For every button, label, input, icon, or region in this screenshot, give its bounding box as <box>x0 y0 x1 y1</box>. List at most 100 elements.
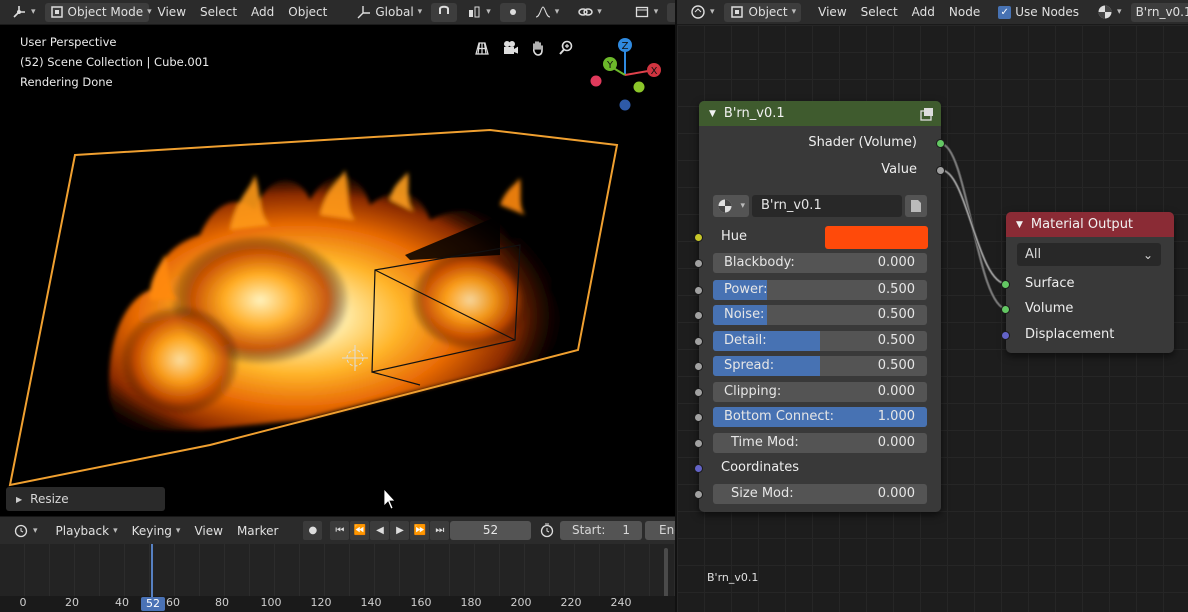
socket-displacement[interactable] <box>1001 331 1010 340</box>
ruler-tick: 100 <box>260 596 282 609</box>
field-bottom-connect[interactable]: Bottom Connect: 1.000 <box>713 407 927 427</box>
jump-start-icon[interactable]: ⏮ <box>330 521 350 540</box>
menu-object[interactable]: Object <box>283 5 332 19</box>
resize-operator-panel[interactable]: ▶ Resize <box>6 487 165 511</box>
3d-viewport[interactable]: Z X Y User Perspective (52) Scene Collec… <box>0 0 676 516</box>
playhead-frame-label[interactable]: 52 <box>141 597 165 611</box>
play-reverse-icon[interactable]: ◀ <box>370 521 390 540</box>
axis-gizmo[interactable]: Z X Y <box>585 35 665 115</box>
transform-orientation-selector[interactable]: Global ▾ <box>350 3 427 22</box>
field-blackbody[interactable]: Blackbody: 0.000 <box>713 253 927 273</box>
play-icon[interactable]: ▶ <box>390 521 410 540</box>
orientation-label: Global <box>375 5 414 19</box>
playback-label: Playback <box>55 523 110 538</box>
socket-power[interactable] <box>694 286 703 295</box>
socket-time-mod[interactable] <box>694 439 703 448</box>
gizmo-neg-y[interactable] <box>633 81 645 93</box>
chevron-down-icon: ▾ <box>31 7 36 17</box>
material-output-node[interactable]: ▼ Material Output All ⌄ Surface Volume D… <box>1006 212 1174 353</box>
socket-volume[interactable] <box>1001 305 1010 314</box>
fake-user-button[interactable] <box>905 195 927 217</box>
socket-noise[interactable] <box>694 311 703 320</box>
input-surface-label: Surface <box>1025 276 1075 291</box>
camera-icon[interactable] <box>502 40 518 56</box>
timeline-scrollbar[interactable] <box>664 548 668 598</box>
menu-add[interactable]: Add <box>246 5 279 19</box>
jump-end-icon[interactable]: ⏭ <box>430 521 450 540</box>
field-time-mod[interactable]: Time Mod: 0.000 <box>713 433 927 453</box>
jump-keyframe-forward-icon[interactable]: ⏩ <box>410 521 430 540</box>
socket-spread[interactable] <box>694 362 703 371</box>
record-button[interactable]: ● <box>303 521 323 540</box>
start-value: 1 <box>622 523 630 537</box>
socket-detail[interactable] <box>694 337 703 346</box>
mode-label: Object Mode <box>67 5 144 19</box>
chevron-down-icon: ▾ <box>417 7 423 17</box>
current-frame-field[interactable]: 52 <box>450 521 531 540</box>
start-frame-field[interactable]: Start: 1 <box>560 521 642 540</box>
hue-label: Hue <box>721 229 748 244</box>
jump-keyframe-back-icon[interactable]: ⏪ <box>350 521 370 540</box>
socket-shader-volume[interactable] <box>936 139 945 148</box>
falloff-selector[interactable]: ▾ <box>530 3 565 22</box>
socket-coordinates[interactable] <box>694 464 703 473</box>
zoom-icon[interactable] <box>558 40 574 56</box>
group-node-header[interactable]: ▼ B'rn_v0.1 <box>699 101 941 126</box>
detail-label: Detail: <box>724 333 767 348</box>
proportional-edit-toggle[interactable] <box>499 2 526 22</box>
viewport-perspective: User Perspective <box>20 35 117 49</box>
socket-size-mod[interactable] <box>694 490 703 499</box>
snap-toggle[interactable] <box>431 2 458 22</box>
group-datablock-name[interactable]: B'rn_v0.1 <box>752 195 902 217</box>
menu-timeline-view[interactable]: View <box>189 524 227 538</box>
socket-blackbody[interactable] <box>694 259 703 268</box>
hue-color-swatch[interactable] <box>825 226 928 249</box>
chevron-down-icon: ▾ <box>597 7 602 17</box>
menu-marker[interactable]: Marker <box>232 524 283 538</box>
node-group-icon[interactable] <box>919 106 935 122</box>
overlay-link-selector[interactable]: ▾ <box>572 3 607 22</box>
socket-hue[interactable] <box>694 233 703 242</box>
gizmo-neg-x[interactable] <box>590 75 602 87</box>
menu-select[interactable]: Select <box>195 5 242 19</box>
timeline-ruler[interactable]: 0 20 40 60 80 100 120 140 160 180 200 22… <box>0 596 676 612</box>
menu-keying[interactable]: Keying ▾ <box>127 521 186 540</box>
xray-selector[interactable]: ▾ <box>629 3 664 22</box>
brn-group-node[interactable]: ▼ B'rn_v0.1 Shader (Volume) Value ▾ B'rn… <box>699 101 941 512</box>
collapse-triangle-icon[interactable]: ▼ <box>1016 220 1023 230</box>
output-target-dropdown[interactable]: All ⌄ <box>1017 243 1161 266</box>
socket-surface[interactable] <box>1001 280 1010 289</box>
menu-view[interactable]: View <box>153 5 191 19</box>
grid-view-icon[interactable] <box>474 40 490 56</box>
timeline-editor-type[interactable]: ▾ <box>8 521 43 540</box>
field-power[interactable]: Power: 0.500 <box>713 280 927 300</box>
blackbody-value: 0.000 <box>877 255 915 270</box>
socket-value-out[interactable] <box>936 166 945 175</box>
field-clipping[interactable]: Clipping: 0.000 <box>713 382 927 402</box>
chevron-down-icon: ▾ <box>147 7 152 17</box>
editor-type-selector[interactable]: ▾ <box>6 3 41 22</box>
playhead-line[interactable] <box>151 544 153 600</box>
hand-pan-icon[interactable] <box>530 40 546 56</box>
snap-target-selector[interactable]: ▾ <box>461 3 496 22</box>
field-size-mod[interactable]: Size Mod: 0.000 <box>713 484 927 504</box>
noise-label: Noise: <box>724 307 765 322</box>
end-frame-field[interactable]: End <box>645 521 676 540</box>
input-volume-label: Volume <box>1025 301 1074 316</box>
mode-selector[interactable]: Object Mode ▾ <box>44 2 152 22</box>
material-output-header[interactable]: ▼ Material Output <box>1006 212 1174 237</box>
socket-clipping[interactable] <box>694 388 703 397</box>
field-noise[interactable]: Noise: 0.500 <box>713 305 927 325</box>
stopwatch-icon[interactable] <box>539 522 555 538</box>
expand-triangle-icon[interactable]: ▶ <box>16 495 22 504</box>
group-browse-button[interactable]: ▾ <box>713 195 749 217</box>
falloff-curve-icon <box>535 4 551 20</box>
snap-icon <box>436 4 452 20</box>
menu-playback[interactable]: Playback ▾ <box>51 521 123 540</box>
field-detail[interactable]: Detail: 0.500 <box>713 331 927 351</box>
socket-bottom-connect[interactable] <box>694 413 703 422</box>
gizmo-neg-z[interactable] <box>619 99 631 111</box>
bottom-connect-label: Bottom Connect: <box>724 409 834 424</box>
field-spread[interactable]: Spread: 0.500 <box>713 356 927 376</box>
collapse-triangle-icon[interactable]: ▼ <box>709 109 716 119</box>
